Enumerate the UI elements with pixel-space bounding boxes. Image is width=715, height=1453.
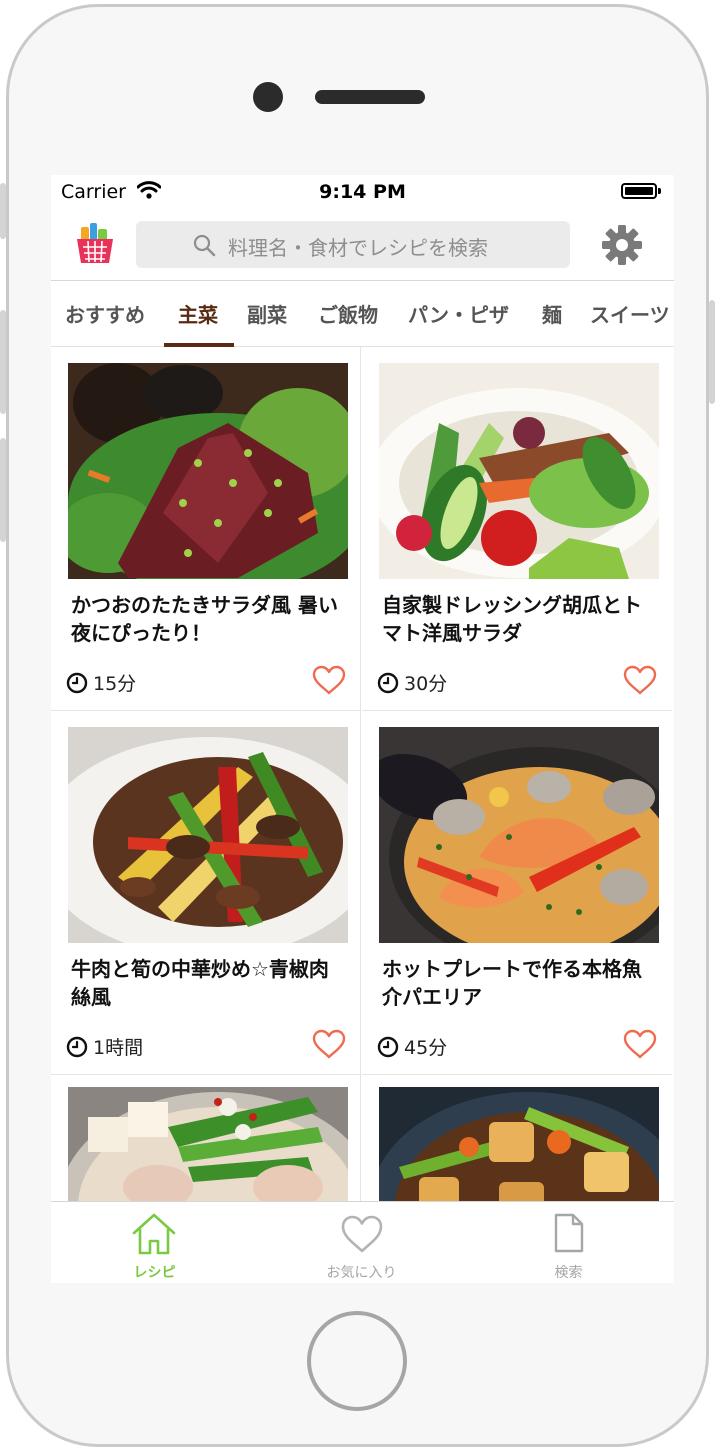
status-time: 9:14 PM xyxy=(319,181,406,203)
tab-bar-label: お気に入り xyxy=(326,1265,397,1281)
shopping-basket-icon[interactable] xyxy=(75,221,115,265)
cook-time: 1時間 xyxy=(93,1037,144,1059)
clock-icon xyxy=(377,1036,399,1058)
tab-bar-favorites[interactable]: お気に入り xyxy=(258,1202,465,1283)
favorite-heart-icon[interactable] xyxy=(623,1029,657,1059)
cook-time: 30分 xyxy=(404,673,448,695)
heart-icon xyxy=(341,1215,383,1253)
recipe-image[interactable] xyxy=(68,363,348,579)
gear-icon[interactable] xyxy=(601,224,643,266)
power-button xyxy=(709,300,715,404)
recipe-image[interactable] xyxy=(68,727,348,943)
mute-switch xyxy=(0,183,6,239)
recipe-title[interactable]: ホットプレートで作る本格魚介パエリア xyxy=(382,955,657,1011)
recipe-title[interactable]: 牛肉と筍の中華炒め☆青椒肉絲風 xyxy=(71,955,346,1011)
recipe-title[interactable]: かつおのたたきサラダ風 暑い夜にぴったり！ xyxy=(71,591,346,647)
home-icon xyxy=(132,1213,176,1255)
recipe-title[interactable]: 自家製ドレッシング胡瓜とトマト洋風サラダ xyxy=(382,591,657,647)
volume-down-button xyxy=(0,438,6,542)
clock-icon xyxy=(377,672,399,694)
recipe-card[interactable]: かつおのたたきサラダ風 暑い夜にぴったり！ 15分 xyxy=(51,347,361,711)
tab-main-dish[interactable]: 主菜 xyxy=(178,299,218,328)
tab-bar-recipes[interactable]: レシピ xyxy=(51,1202,258,1283)
cook-time: 45分 xyxy=(404,1037,448,1059)
status-bar: Carrier 9:14 PM xyxy=(51,175,674,209)
clock-icon xyxy=(66,1036,88,1058)
cook-time: 15分 xyxy=(93,673,137,695)
earpiece-speaker xyxy=(315,90,425,104)
tab-bar-label: 検索 xyxy=(554,1265,583,1281)
battery-tip xyxy=(658,188,661,194)
app-screen: Carrier 9:14 PM 料理名・食材でレシピを検索 おすすめ 主菜 副菜… xyxy=(51,175,674,1283)
app-header: 料理名・食材でレシピを検索 xyxy=(51,209,674,281)
tab-recommended[interactable]: おすすめ xyxy=(65,299,145,328)
front-camera xyxy=(253,82,283,112)
tab-side-dish[interactable]: 副菜 xyxy=(247,299,287,328)
recipe-card[interactable]: 牛肉と筍の中華炒め☆青椒肉絲風 1時間 xyxy=(51,711,361,1075)
recipe-image[interactable] xyxy=(379,727,659,943)
favorite-heart-icon[interactable] xyxy=(312,1029,346,1059)
bottom-tab-bar: レシピ お気に入り 検索 xyxy=(51,1201,674,1283)
tab-rice[interactable]: ご飯物 xyxy=(318,299,378,328)
tab-bread-pizza[interactable]: パン・ピザ xyxy=(408,299,509,328)
category-tabs: おすすめ 主菜 副菜 ご飯物 パン・ピザ 麺 スイーツ xyxy=(51,281,674,347)
clock-icon xyxy=(66,672,88,694)
tab-sweets[interactable]: スイーツ xyxy=(590,299,670,328)
tab-noodles[interactable]: 麺 xyxy=(542,299,562,328)
favorite-heart-icon[interactable] xyxy=(312,665,346,695)
battery-icon xyxy=(621,183,657,199)
tab-bar-search[interactable]: 検索 xyxy=(465,1202,672,1283)
document-icon xyxy=(554,1213,584,1253)
volume-up-button xyxy=(0,310,6,414)
home-button[interactable] xyxy=(307,1311,407,1411)
tab-bar-label: レシピ xyxy=(133,1265,176,1281)
search-placeholder: 料理名・食材でレシピを検索 xyxy=(228,236,488,260)
favorite-heart-icon[interactable] xyxy=(623,665,657,695)
recipe-card[interactable]: ホットプレートで作る本格魚介パエリア 45分 xyxy=(362,711,672,1075)
search-icon xyxy=(193,234,216,257)
search-input[interactable]: 料理名・食材でレシピを検索 xyxy=(136,221,570,268)
recipe-card[interactable]: 自家製ドレッシング胡瓜とトマト洋風サラダ 30分 xyxy=(362,347,672,711)
recipe-image[interactable] xyxy=(379,363,659,579)
